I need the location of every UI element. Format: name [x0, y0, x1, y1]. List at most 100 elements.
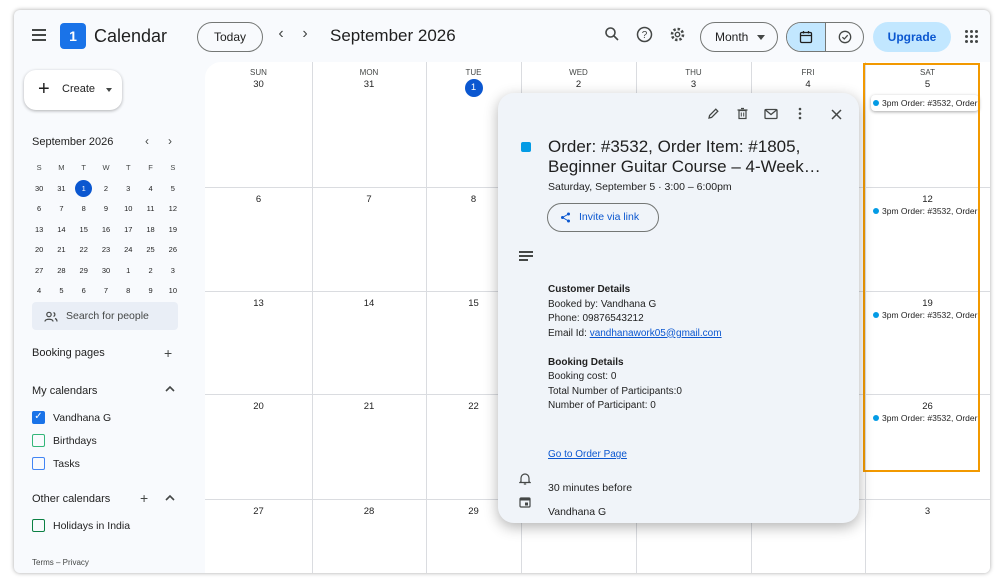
search-people-input[interactable]: Search for people	[32, 302, 178, 330]
mini-day-cell[interactable]: 7	[50, 199, 72, 220]
day-number[interactable]: 30	[239, 79, 279, 90]
mini-day-cell[interactable]: 9	[95, 199, 117, 220]
mini-day-cell[interactable]: 25	[139, 240, 161, 261]
help-icon[interactable]: ?	[634, 26, 654, 46]
day-number[interactable]: 13	[239, 298, 279, 309]
mini-day-cell[interactable]: 20	[28, 240, 50, 261]
day-number[interactable]: 2	[559, 79, 599, 90]
mini-day-cell[interactable]: 18	[139, 220, 161, 241]
day-number[interactable]: 8	[454, 194, 494, 205]
day-number[interactable]: 27	[239, 506, 279, 517]
mini-day-cell[interactable]: 6	[73, 281, 95, 302]
mini-day-cell[interactable]: 9	[139, 281, 161, 302]
more-options-icon[interactable]	[791, 107, 809, 125]
settings-gear-icon[interactable]	[667, 26, 687, 46]
mini-day-cell[interactable]: 27	[28, 261, 50, 282]
calendar-list-item[interactable]: Birthdays	[32, 434, 97, 450]
mini-previous-month-icon[interactable]: ‹	[145, 134, 149, 148]
email-link[interactable]: vandhanawork05@gmail.com	[590, 328, 722, 339]
next-period-icon[interactable]: ›	[295, 25, 315, 43]
calendar-list-item[interactable]: Tasks	[32, 457, 80, 473]
collapse-my-calendars-icon[interactable]	[164, 383, 176, 398]
mini-day-cell[interactable]: 3	[117, 179, 139, 200]
mini-next-month-icon[interactable]: ›	[168, 134, 172, 148]
close-icon[interactable]	[827, 107, 845, 125]
day-number[interactable]: 21	[349, 401, 389, 412]
mini-day-cell[interactable]: 17	[117, 220, 139, 241]
mini-day-cell[interactable]: 7	[95, 281, 117, 302]
mini-day-cell[interactable]: 31	[50, 179, 72, 200]
day-number[interactable]: 29	[454, 506, 494, 517]
mini-day-cell[interactable]: 14	[50, 220, 72, 241]
previous-period-icon[interactable]: ‹	[271, 25, 291, 43]
calendar-list-item[interactable]: ✓ Vandhana G	[32, 411, 111, 427]
mini-day-cell[interactable]: 5	[162, 179, 184, 200]
mini-day-cell[interactable]: 8	[117, 281, 139, 302]
mini-day-cell[interactable]: 12	[162, 199, 184, 220]
mini-day-cell[interactable]: 29	[73, 261, 95, 282]
calendar-checkbox[interactable]	[32, 457, 45, 470]
mini-day-cell[interactable]: 15	[73, 220, 95, 241]
view-select-dropdown[interactable]: Month	[700, 22, 778, 52]
mini-day-cell[interactable]: 26	[162, 240, 184, 261]
day-number[interactable]: 1	[454, 79, 494, 97]
mini-day-cell[interactable]: 16	[95, 220, 117, 241]
day-number[interactable]: 6	[239, 194, 279, 205]
day-number[interactable]: 20	[239, 401, 279, 412]
mini-day-cell[interactable]: 8	[73, 199, 95, 220]
upgrade-button[interactable]: Upgrade	[873, 22, 951, 52]
calendar-checkbox[interactable]	[32, 519, 45, 532]
day-number[interactable]: 22	[454, 401, 494, 412]
calendar-view-button[interactable]	[787, 23, 826, 51]
calendar-list-item[interactable]: Holidays in India	[32, 519, 130, 535]
mini-day-cell[interactable]: 3	[162, 261, 184, 282]
mini-day-cell[interactable]: 30	[95, 261, 117, 282]
day-number[interactable]: 7	[349, 194, 389, 205]
day-number[interactable]: 3	[674, 79, 714, 90]
day-number[interactable]: 4	[788, 79, 828, 90]
main-menu-icon[interactable]	[28, 26, 50, 48]
mini-day-cell[interactable]: 22	[73, 240, 95, 261]
collapse-other-calendars-icon[interactable]	[164, 492, 176, 506]
mini-day-cell[interactable]: 2	[95, 179, 117, 200]
calendar-checkbox[interactable]	[32, 434, 45, 447]
day-number[interactable]: 3	[908, 506, 948, 517]
day-number[interactable]: 14	[349, 298, 389, 309]
calendar-checkbox[interactable]: ✓	[32, 411, 45, 424]
mini-day-cell[interactable]: 28	[50, 261, 72, 282]
day-number[interactable]: 31	[349, 79, 389, 90]
email-guests-icon[interactable]	[762, 107, 780, 125]
invite-via-link-button[interactable]: Invite via link	[547, 203, 659, 232]
mini-day-cell[interactable]: 24	[117, 240, 139, 261]
mini-day-cell[interactable]: 19	[162, 220, 184, 241]
go-to-order-page-link[interactable]: Go to Order Page	[548, 449, 627, 460]
mini-day-cell[interactable]: 21	[50, 240, 72, 261]
mini-day-cell[interactable]: 1	[117, 261, 139, 282]
delete-trash-icon[interactable]	[733, 107, 751, 125]
mini-day-cell[interactable]: 30	[28, 179, 50, 200]
tasks-view-button[interactable]	[826, 23, 863, 51]
mini-day-cell[interactable]: 1	[73, 179, 95, 200]
mini-day-cell[interactable]: 10	[117, 199, 139, 220]
search-icon[interactable]	[602, 26, 622, 46]
today-button[interactable]: Today	[197, 22, 263, 52]
mini-day-cell[interactable]: 11	[139, 199, 161, 220]
mini-day-cell[interactable]: 6	[28, 199, 50, 220]
add-booking-page-icon[interactable]: +	[164, 346, 172, 360]
mini-day-cell[interactable]: 23	[95, 240, 117, 261]
create-button[interactable]: + Create	[24, 70, 122, 110]
day-number[interactable]: 28	[349, 506, 389, 517]
mini-day-cell[interactable]: 5	[50, 281, 72, 302]
top-bar: 1 Calendar Today ‹ › September 2026 ? Mo…	[14, 10, 990, 64]
mini-day-cell[interactable]: 13	[28, 220, 50, 241]
apps-grid-icon[interactable]	[964, 29, 980, 45]
mini-day-cell[interactable]: 4	[28, 281, 50, 302]
day-number[interactable]: 15	[454, 298, 494, 309]
add-other-calendar-icon[interactable]: +	[140, 491, 148, 505]
mini-day-cell[interactable]: 4	[139, 179, 161, 200]
mini-weekday-head: T	[125, 163, 131, 172]
terms-privacy-links[interactable]: Terms – Privacy	[32, 558, 89, 567]
mini-day-cell[interactable]: 2	[139, 261, 161, 282]
mini-day-cell[interactable]: 10	[162, 281, 184, 302]
edit-pencil-icon[interactable]	[704, 107, 722, 125]
